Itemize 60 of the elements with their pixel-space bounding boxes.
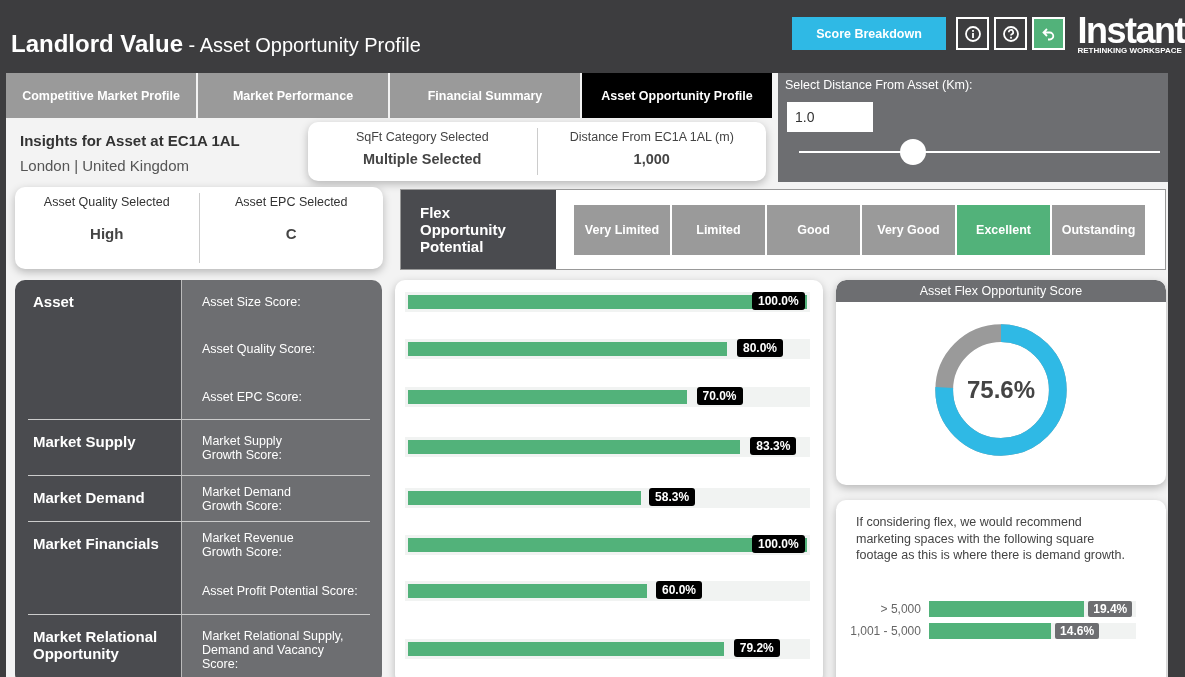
slider-thumb[interactable] [899, 139, 926, 165]
score-value: 60.0% [656, 581, 703, 599]
sqft-range-label: > 5,000 [879, 601, 921, 616]
selection-value: C [285, 225, 297, 242]
recommendation-text: If considering flex, we would recommend marketing spaces with the following square footage as this is where there is demand growth. [856, 514, 1126, 564]
page-title: Landlord Value - Asset Opportunity Profile [11, 29, 421, 58]
asset-heading: Insights for Asset at EC1A 1AL [20, 132, 241, 149]
info-icon [962, 23, 983, 44]
score-value: 58.3% [649, 488, 696, 506]
distance-label: Select Distance From Asset (Km): [785, 78, 974, 92]
score-group-label: Asset [32, 292, 75, 312]
flex-potential-title: Flex Opportunity Potential [401, 190, 556, 269]
info-button[interactable] [956, 17, 989, 50]
potential-level: Very Good [862, 204, 955, 255]
logo-wordmark: Instant [1077, 16, 1185, 46]
potential-level: Good [767, 204, 860, 255]
score-label: Asset Size Score: [181, 280, 370, 324]
flex-score-title: Asset Flex Opportunity Score [836, 280, 1166, 302]
distance-input[interactable]: 1.0 [787, 102, 873, 132]
score-group-label: Market Supply [28, 419, 181, 475]
score-value: 79.2% [733, 639, 780, 657]
nav-tab[interactable]: Market Performance [198, 73, 388, 118]
selection-value: 1,000 [633, 151, 670, 167]
demand-value: 14.6% [1055, 622, 1100, 639]
selection-value: Multiple Selected [363, 151, 482, 167]
score-label: Market Revenue Growth Score: [181, 521, 370, 568]
potential-level: Very Limited [574, 204, 670, 255]
nav-tab[interactable]: Financial Summary [390, 73, 580, 118]
score-value: 83.3% [750, 437, 797, 455]
help-icon [1000, 23, 1021, 44]
logo-tagline: RETHINKING WORKSPACE [1077, 46, 1182, 56]
score-label: Asset EPC Score: [181, 374, 370, 419]
potential-level: Limited [672, 204, 765, 255]
sqft-range-label: 1,001 - 5,000 [849, 623, 921, 638]
selection-label: Asset Quality Selected [43, 195, 170, 209]
flex-score-value: 75.6% [966, 376, 1036, 404]
score-group-label: Market Relational Opportunity [28, 614, 181, 677]
undo-button[interactable] [1032, 17, 1065, 50]
potential-level: Excellent [957, 204, 1050, 255]
score-label: Asset Quality Score: [181, 324, 370, 374]
potential-level: Outstanding [1052, 204, 1145, 255]
score-breakdown-button[interactable]: Score Breakdown [792, 17, 946, 50]
nav-tab[interactable]: Competitive Market Profile [6, 73, 196, 118]
selection-value: High [90, 225, 124, 242]
selection-label: Asset EPC Selected [234, 195, 348, 209]
score-label: Market Relational Supply, Demand and Vacancy Score: [181, 614, 370, 677]
score-label: Market Demand Growth Score: [181, 475, 370, 521]
selection-label: Distance From EC1A 1AL (m) [569, 130, 734, 144]
demand-value: 19.4% [1088, 600, 1133, 617]
help-button[interactable] [994, 17, 1027, 50]
selection-label: SqFt Category Selected [355, 130, 489, 144]
score-group-label: Market Demand [28, 475, 181, 521]
score-value: 100.0% [752, 292, 805, 310]
nav-tab[interactable]: Asset Opportunity Profile [582, 73, 772, 118]
score-group-label: Market Financials [28, 521, 181, 614]
score-label: Market Supply Growth Score: [181, 419, 370, 475]
score-label: Asset Profit Potential Score: [181, 568, 370, 614]
asset-location: London | United Kingdom [20, 157, 190, 174]
distance-slider[interactable] [799, 139, 1160, 165]
score-value: 80.0% [737, 339, 784, 357]
